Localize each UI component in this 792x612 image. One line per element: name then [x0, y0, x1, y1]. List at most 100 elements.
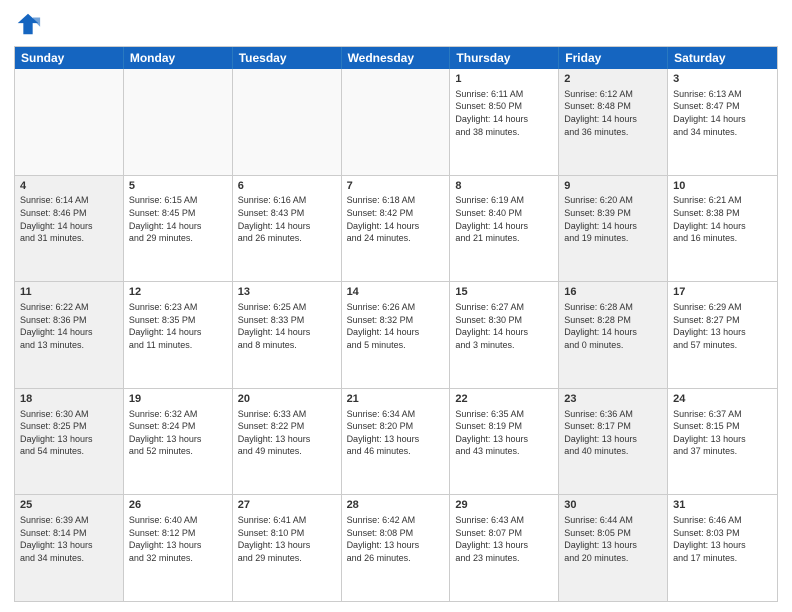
day-number: 14 — [347, 285, 445, 300]
logo-icon — [14, 10, 42, 38]
calendar-week-row: 25Sunrise: 6:39 AM Sunset: 8:14 PM Dayli… — [15, 495, 777, 601]
cell-info: Sunrise: 6:11 AM Sunset: 8:50 PM Dayligh… — [455, 88, 553, 138]
cell-info: Sunrise: 6:23 AM Sunset: 8:35 PM Dayligh… — [129, 301, 227, 351]
day-number: 18 — [20, 392, 118, 407]
day-number: 31 — [673, 498, 772, 513]
calendar-week-row: 1Sunrise: 6:11 AM Sunset: 8:50 PM Daylig… — [15, 69, 777, 176]
cell-info: Sunrise: 6:12 AM Sunset: 8:48 PM Dayligh… — [564, 88, 662, 138]
cell-info: Sunrise: 6:37 AM Sunset: 8:15 PM Dayligh… — [673, 408, 772, 458]
calendar-cell: 3Sunrise: 6:13 AM Sunset: 8:47 PM Daylig… — [668, 69, 777, 175]
cell-info: Sunrise: 6:19 AM Sunset: 8:40 PM Dayligh… — [455, 194, 553, 244]
calendar-cell: 22Sunrise: 6:35 AM Sunset: 8:19 PM Dayli… — [450, 389, 559, 495]
page: SundayMondayTuesdayWednesdayThursdayFrid… — [0, 0, 792, 612]
cell-info: Sunrise: 6:43 AM Sunset: 8:07 PM Dayligh… — [455, 514, 553, 564]
cell-info: Sunrise: 6:26 AM Sunset: 8:32 PM Dayligh… — [347, 301, 445, 351]
calendar-cell: 21Sunrise: 6:34 AM Sunset: 8:20 PM Dayli… — [342, 389, 451, 495]
calendar-cell: 14Sunrise: 6:26 AM Sunset: 8:32 PM Dayli… — [342, 282, 451, 388]
calendar-cell — [342, 69, 451, 175]
calendar-cell: 7Sunrise: 6:18 AM Sunset: 8:42 PM Daylig… — [342, 176, 451, 282]
cell-info: Sunrise: 6:40 AM Sunset: 8:12 PM Dayligh… — [129, 514, 227, 564]
day-number: 2 — [564, 72, 662, 87]
cell-info: Sunrise: 6:13 AM Sunset: 8:47 PM Dayligh… — [673, 88, 772, 138]
calendar-cell: 28Sunrise: 6:42 AM Sunset: 8:08 PM Dayli… — [342, 495, 451, 601]
logo — [14, 10, 46, 38]
cell-info: Sunrise: 6:27 AM Sunset: 8:30 PM Dayligh… — [455, 301, 553, 351]
cell-info: Sunrise: 6:33 AM Sunset: 8:22 PM Dayligh… — [238, 408, 336, 458]
day-number: 16 — [564, 285, 662, 300]
day-number: 12 — [129, 285, 227, 300]
day-number: 1 — [455, 72, 553, 87]
calendar-week-row: 11Sunrise: 6:22 AM Sunset: 8:36 PM Dayli… — [15, 282, 777, 389]
day-number: 11 — [20, 285, 118, 300]
day-number: 26 — [129, 498, 227, 513]
day-number: 22 — [455, 392, 553, 407]
cell-info: Sunrise: 6:20 AM Sunset: 8:39 PM Dayligh… — [564, 194, 662, 244]
day-number: 30 — [564, 498, 662, 513]
calendar-cell: 1Sunrise: 6:11 AM Sunset: 8:50 PM Daylig… — [450, 69, 559, 175]
day-number: 21 — [347, 392, 445, 407]
day-number: 19 — [129, 392, 227, 407]
calendar-cell: 10Sunrise: 6:21 AM Sunset: 8:38 PM Dayli… — [668, 176, 777, 282]
calendar-cell: 31Sunrise: 6:46 AM Sunset: 8:03 PM Dayli… — [668, 495, 777, 601]
day-number: 13 — [238, 285, 336, 300]
calendar-cell: 26Sunrise: 6:40 AM Sunset: 8:12 PM Dayli… — [124, 495, 233, 601]
day-number: 15 — [455, 285, 553, 300]
calendar-cell: 25Sunrise: 6:39 AM Sunset: 8:14 PM Dayli… — [15, 495, 124, 601]
cell-info: Sunrise: 6:15 AM Sunset: 8:45 PM Dayligh… — [129, 194, 227, 244]
calendar-cell: 2Sunrise: 6:12 AM Sunset: 8:48 PM Daylig… — [559, 69, 668, 175]
calendar-header: SundayMondayTuesdayWednesdayThursdayFrid… — [15, 47, 777, 69]
calendar-week-row: 18Sunrise: 6:30 AM Sunset: 8:25 PM Dayli… — [15, 389, 777, 496]
cell-info: Sunrise: 6:18 AM Sunset: 8:42 PM Dayligh… — [347, 194, 445, 244]
calendar-body: 1Sunrise: 6:11 AM Sunset: 8:50 PM Daylig… — [15, 69, 777, 601]
calendar-cell: 18Sunrise: 6:30 AM Sunset: 8:25 PM Dayli… — [15, 389, 124, 495]
day-number: 24 — [673, 392, 772, 407]
day-number: 4 — [20, 179, 118, 194]
calendar-cell: 15Sunrise: 6:27 AM Sunset: 8:30 PM Dayli… — [450, 282, 559, 388]
cell-info: Sunrise: 6:35 AM Sunset: 8:19 PM Dayligh… — [455, 408, 553, 458]
calendar-cell: 17Sunrise: 6:29 AM Sunset: 8:27 PM Dayli… — [668, 282, 777, 388]
day-number: 10 — [673, 179, 772, 194]
calendar-cell: 24Sunrise: 6:37 AM Sunset: 8:15 PM Dayli… — [668, 389, 777, 495]
cell-info: Sunrise: 6:16 AM Sunset: 8:43 PM Dayligh… — [238, 194, 336, 244]
day-number: 28 — [347, 498, 445, 513]
weekday-header: Tuesday — [233, 47, 342, 69]
weekday-header: Wednesday — [342, 47, 451, 69]
day-number: 29 — [455, 498, 553, 513]
day-number: 3 — [673, 72, 772, 87]
calendar-cell: 8Sunrise: 6:19 AM Sunset: 8:40 PM Daylig… — [450, 176, 559, 282]
calendar-cell: 29Sunrise: 6:43 AM Sunset: 8:07 PM Dayli… — [450, 495, 559, 601]
calendar-cell: 4Sunrise: 6:14 AM Sunset: 8:46 PM Daylig… — [15, 176, 124, 282]
day-number: 9 — [564, 179, 662, 194]
day-number: 8 — [455, 179, 553, 194]
day-number: 17 — [673, 285, 772, 300]
cell-info: Sunrise: 6:42 AM Sunset: 8:08 PM Dayligh… — [347, 514, 445, 564]
calendar-cell: 16Sunrise: 6:28 AM Sunset: 8:28 PM Dayli… — [559, 282, 668, 388]
header — [14, 10, 778, 38]
calendar-cell: 12Sunrise: 6:23 AM Sunset: 8:35 PM Dayli… — [124, 282, 233, 388]
calendar-cell — [15, 69, 124, 175]
weekday-header: Friday — [559, 47, 668, 69]
cell-info: Sunrise: 6:29 AM Sunset: 8:27 PM Dayligh… — [673, 301, 772, 351]
calendar-cell: 23Sunrise: 6:36 AM Sunset: 8:17 PM Dayli… — [559, 389, 668, 495]
day-number: 5 — [129, 179, 227, 194]
calendar-cell: 27Sunrise: 6:41 AM Sunset: 8:10 PM Dayli… — [233, 495, 342, 601]
weekday-header: Saturday — [668, 47, 777, 69]
day-number: 23 — [564, 392, 662, 407]
calendar-cell: 20Sunrise: 6:33 AM Sunset: 8:22 PM Dayli… — [233, 389, 342, 495]
cell-info: Sunrise: 6:36 AM Sunset: 8:17 PM Dayligh… — [564, 408, 662, 458]
calendar-cell: 6Sunrise: 6:16 AM Sunset: 8:43 PM Daylig… — [233, 176, 342, 282]
cell-info: Sunrise: 6:21 AM Sunset: 8:38 PM Dayligh… — [673, 194, 772, 244]
day-number: 6 — [238, 179, 336, 194]
weekday-header: Monday — [124, 47, 233, 69]
calendar-cell — [124, 69, 233, 175]
cell-info: Sunrise: 6:39 AM Sunset: 8:14 PM Dayligh… — [20, 514, 118, 564]
cell-info: Sunrise: 6:41 AM Sunset: 8:10 PM Dayligh… — [238, 514, 336, 564]
cell-info: Sunrise: 6:28 AM Sunset: 8:28 PM Dayligh… — [564, 301, 662, 351]
weekday-header: Thursday — [450, 47, 559, 69]
cell-info: Sunrise: 6:25 AM Sunset: 8:33 PM Dayligh… — [238, 301, 336, 351]
calendar: SundayMondayTuesdayWednesdayThursdayFrid… — [14, 46, 778, 602]
cell-info: Sunrise: 6:22 AM Sunset: 8:36 PM Dayligh… — [20, 301, 118, 351]
calendar-cell: 9Sunrise: 6:20 AM Sunset: 8:39 PM Daylig… — [559, 176, 668, 282]
cell-info: Sunrise: 6:46 AM Sunset: 8:03 PM Dayligh… — [673, 514, 772, 564]
day-number: 7 — [347, 179, 445, 194]
